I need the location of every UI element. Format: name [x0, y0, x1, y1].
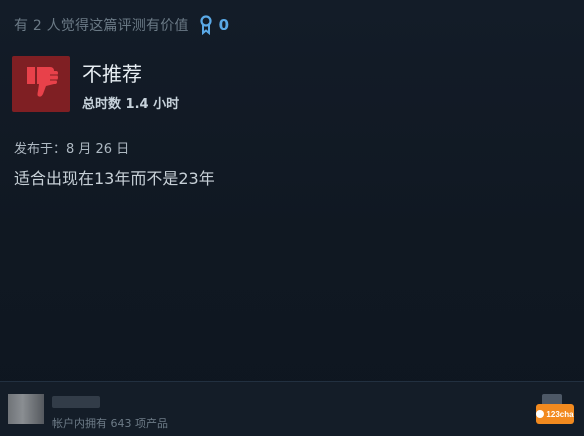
award-button[interactable]: 0	[199, 15, 229, 35]
award-count: 0	[218, 16, 230, 34]
playtime-hours: 总时数 1.4 小时	[82, 97, 180, 112]
avatar[interactable]	[8, 394, 44, 424]
author-name-blurred[interactable]	[52, 396, 100, 408]
review-card: 有 2 人觉得这篇评测有价值 0 不推荐 总时数 1.4 小时 发布于：8 月 …	[0, 0, 584, 436]
products-owned: 帐户内拥有 643 项产品	[52, 417, 168, 430]
verdict-title[interactable]: 不推荐	[82, 58, 179, 87]
helpful-row: 有 2 人觉得这篇评测有价值 0	[14, 15, 229, 35]
helpful-count-text: 有 2 人觉得这篇评测有价值	[14, 18, 189, 34]
award-ribbon-icon	[199, 15, 213, 35]
thumbs-down-badge[interactable]	[12, 56, 70, 112]
author-footer: 帐户内拥有 643 项产品	[0, 382, 584, 436]
thumbs-down-icon	[21, 62, 61, 106]
review-body: 适合出现在13年而不是23年	[14, 169, 215, 188]
watermark-dot-icon	[536, 410, 545, 418]
watermark-text: 123cha	[546, 409, 574, 419]
rating-text: 不推荐 总时数 1.4 小时	[82, 56, 179, 112]
watermark-logo: 123cha	[536, 404, 574, 424]
posted-date: 发布于：8 月 26 日	[14, 142, 130, 157]
review-rating: 不推荐 总时数 1.4 小时	[12, 56, 179, 112]
